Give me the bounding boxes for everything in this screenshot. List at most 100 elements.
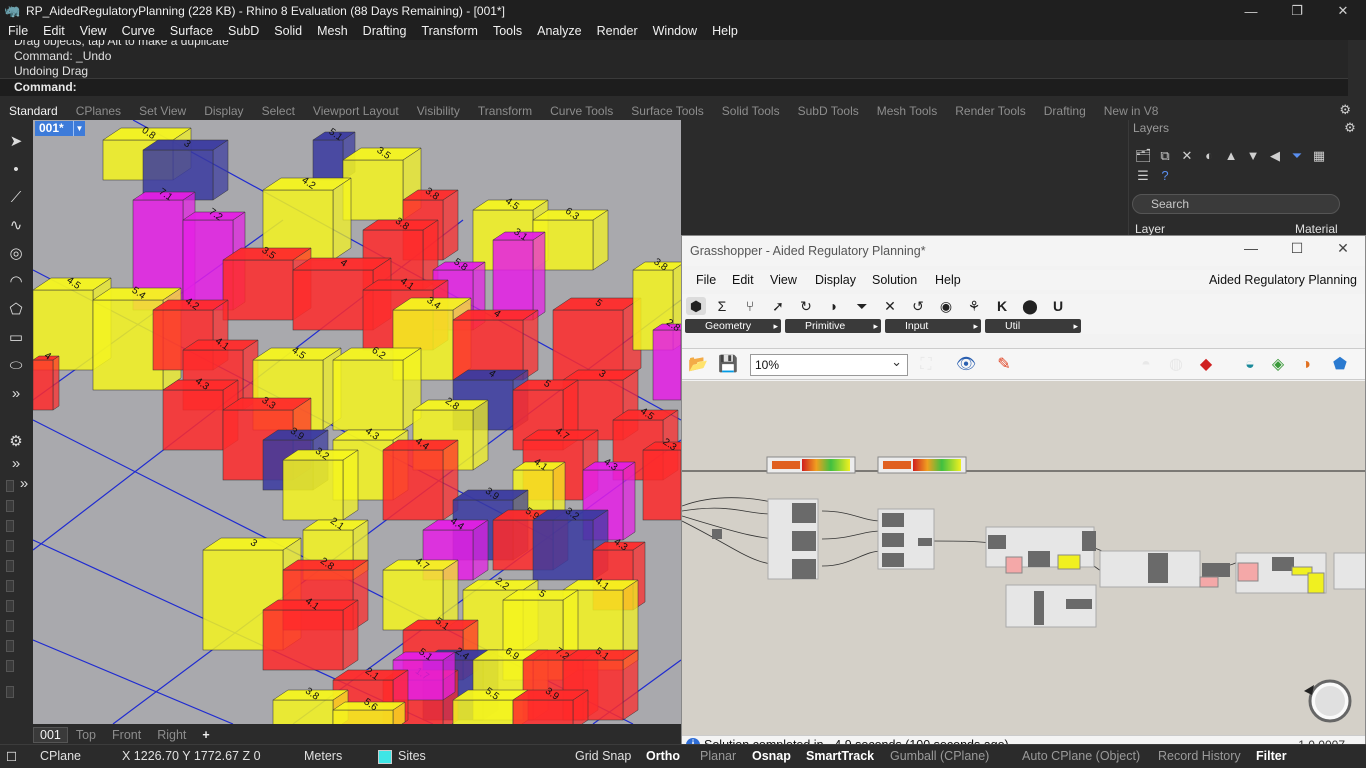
building-mass[interactable]: 6.2 [332, 345, 422, 431]
menu-transform[interactable]: Transform [413, 24, 485, 38]
menu-file[interactable]: File [0, 24, 35, 38]
building-mass[interactable]: 5 [552, 297, 642, 381]
tab-select[interactable]: Select [253, 104, 304, 120]
tab-subd-tools[interactable]: SubD Tools [789, 104, 868, 120]
gh-menu-file[interactable]: File [696, 273, 716, 287]
panel-toggle-icon[interactable]: ☐ [6, 749, 17, 764]
plugin-u-tab-icon[interactable]: U [1048, 297, 1068, 315]
restore-button[interactable]: ❐ [1274, 0, 1320, 22]
toolbar-slot[interactable] [6, 480, 14, 492]
tab-visibility[interactable]: Visibility [408, 104, 469, 120]
preview-selected-icon[interactable]: ◆ [1194, 353, 1218, 377]
viewport-tab-001[interactable]: 001 [33, 727, 68, 743]
arc-icon[interactable]: ◠ [6, 272, 26, 292]
gh-maximize-button[interactable]: ☐ [1274, 240, 1320, 257]
select-arrow-icon[interactable]: ➤ [6, 132, 26, 152]
gear-icon[interactable]: ⚙ [6, 432, 26, 452]
menu-help[interactable]: Help [704, 24, 745, 38]
maths-tab-icon[interactable]: Σ [712, 297, 732, 315]
building-mass[interactable]: 3 [142, 138, 229, 201]
delete-icon[interactable]: ✕ [1179, 148, 1195, 164]
viewport-tab-right[interactable]: Right [149, 728, 194, 742]
toolbar-slot[interactable] [6, 600, 14, 612]
new-layer-icon[interactable]: 🗂 [1135, 148, 1152, 164]
zoom-select[interactable]: 10% [750, 352, 908, 376]
preview-shaded-icon[interactable]: ◓ [1134, 353, 1158, 377]
menu-tools[interactable]: Tools [485, 24, 529, 38]
curve-icon[interactable]: ∿ [6, 216, 26, 236]
expand-icon[interactable]: » [6, 454, 26, 474]
intersect-tab-icon[interactable]: ✕ [880, 297, 900, 315]
layer-column-header[interactable]: Layer [1135, 222, 1165, 236]
tab-solid-tools[interactable]: Solid Tools [713, 104, 789, 120]
record-history-toggle[interactable]: Record History [1158, 749, 1241, 763]
command-prompt[interactable]: Command: [0, 78, 1356, 96]
toolbar-slot[interactable] [6, 560, 14, 572]
menu-icon[interactable]: ☰ [1135, 168, 1151, 184]
grasshopper-canvas[interactable] [682, 381, 1365, 735]
toolbar-slot[interactable] [6, 640, 14, 652]
perspective-viewport[interactable]: 0.8 3 5.1 3.5 7.1 7.2 4.2 3.8 3.8 4.5 6.3 3.1 3.5 4 5.… [33, 120, 681, 724]
building-mass[interactable]: 2.3 [642, 436, 681, 521]
gear-icon[interactable]: ⚙ [1342, 120, 1358, 136]
menu-mesh[interactable]: Mesh [309, 24, 355, 38]
move-left-icon[interactable]: ◀ [1267, 148, 1283, 164]
tab-cplanes[interactable]: CPlanes [67, 104, 130, 120]
building-mass[interactable]: 3.1 [492, 226, 546, 321]
tab-display[interactable]: Display [195, 104, 252, 120]
toolbar-slot[interactable] [6, 520, 14, 532]
tab-new-in-v8[interactable]: New in V8 [1095, 104, 1168, 120]
display-tab-icon[interactable]: ◉ [936, 297, 956, 315]
plugin-tab-icon[interactable]: ⚘ [964, 297, 984, 315]
ellipse-icon[interactable]: ⬭ [6, 356, 26, 376]
menu-solid[interactable]: Solid [266, 24, 309, 38]
menu-surface[interactable]: Surface [162, 24, 220, 38]
vector-tab-icon[interactable]: ➚ [768, 297, 788, 315]
tab-viewport-layout[interactable]: Viewport Layout [304, 104, 408, 120]
filter-toggle[interactable]: Filter [1256, 749, 1287, 763]
ortho-toggle[interactable]: Ortho [646, 749, 680, 763]
move-up-icon[interactable]: ▲ [1223, 148, 1239, 164]
menu-window[interactable]: Window [645, 24, 704, 38]
toolbar-slot[interactable] [6, 540, 14, 552]
point-icon[interactable]: • [6, 160, 26, 180]
material-column-header[interactable]: Material [1295, 222, 1338, 236]
menu-curve[interactable]: Curve [114, 24, 162, 38]
material-icon[interactable]: ◈ [1266, 353, 1290, 377]
gh-menu-help[interactable]: Help [935, 273, 961, 287]
layers-search-input[interactable]: Search [1132, 194, 1340, 214]
menu-subd[interactable]: SubD [220, 24, 266, 38]
menu-analyze[interactable]: Analyze [529, 24, 588, 38]
current-layer-label[interactable]: Sites [398, 749, 426, 763]
tab-render-tools[interactable]: Render Tools [946, 104, 1035, 120]
gear-icon[interactable]: ⚙ [1330, 102, 1360, 120]
polyline-icon[interactable]: ⟋ [6, 188, 26, 208]
gh-minimize-button[interactable]: — [1228, 240, 1274, 256]
toolbar-slot[interactable] [6, 620, 14, 632]
rectangle-icon[interactable]: ▭ [6, 328, 26, 348]
layer-filter-icon[interactable]: ◐ [1201, 148, 1217, 164]
minimize-button[interactable]: — [1228, 0, 1274, 22]
toolbar-slot[interactable] [6, 580, 14, 592]
shader-icon[interactable]: ◑ [1294, 353, 1318, 377]
building-mass[interactable]: 4.7 [382, 556, 459, 631]
category-input[interactable]: Input [885, 319, 981, 333]
preview-wire-icon[interactable]: ◍ [1164, 353, 1188, 377]
tab-set-view[interactable]: Set View [130, 104, 195, 120]
tab-drafting[interactable]: Drafting [1035, 104, 1095, 120]
building-mass[interactable]: 4.1 [262, 596, 359, 671]
menu-view[interactable]: View [72, 24, 114, 38]
circle-icon[interactable]: ◎ [6, 244, 26, 264]
bake-icon[interactable]: ◒ [1238, 353, 1262, 377]
tab-transform[interactable]: Transform [469, 104, 541, 120]
gh-document-name[interactable]: Aided Regulatory Planning [1209, 273, 1357, 287]
category-primitive[interactable]: Primitive [785, 319, 881, 333]
building-mass[interactable]: 4 [33, 350, 60, 411]
current-layer-color-swatch[interactable] [378, 750, 392, 764]
category-util[interactable]: Util [985, 319, 1081, 333]
expand-icon[interactable]: » [14, 474, 34, 494]
curve-tab-icon[interactable]: ↻ [796, 297, 816, 315]
toolbar-slot[interactable] [6, 686, 14, 698]
tab-standard[interactable]: Standard [0, 104, 67, 120]
help-icon[interactable]: ? [1157, 168, 1173, 184]
